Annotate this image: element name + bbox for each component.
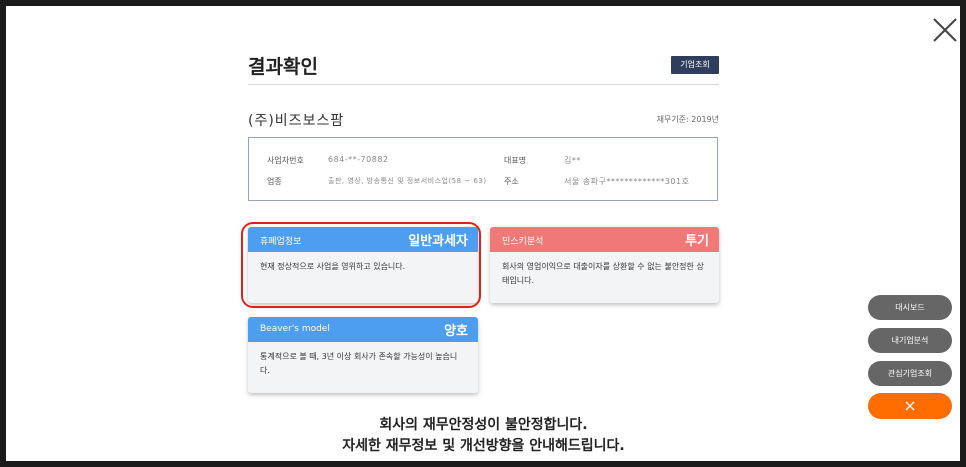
company-lookup-button[interactable]: 기업조회 [671, 56, 719, 74]
card-text: 통계적으로 볼 때, 3년 이상 회사가 존속할 가능성이 높습니다. [260, 352, 458, 375]
interest-company-button[interactable]: 관심기업조회 [868, 361, 952, 386]
fiscal-basis: 재무기준: 2019년 [656, 115, 719, 124]
card-label: 민스키분석 [502, 237, 544, 247]
company-name: (주)비즈보스팜 [248, 113, 345, 129]
my-company-analysis-button[interactable]: 내기업분석 [868, 328, 952, 353]
divider [248, 84, 719, 85]
page-title: 결과확인 [248, 56, 318, 78]
card-label: Beaver's model [260, 324, 330, 334]
beaver-model-card: Beaver's model 양호 통계적으로 볼 때, 3년 이상 회사가 존… [248, 317, 478, 393]
card-header: 민스키분석 투기 [490, 227, 719, 252]
company-info-box: 사업자번호 684-**-70882 업종 출판, 영상, 방송통신 및 정보서… [248, 137, 718, 201]
highlight-outline [241, 222, 481, 308]
summary-message: 회사의 재무안정성이 불안정합니다. 자세한 재무정보 및 개선방향을 안내해드… [248, 415, 719, 457]
result-modal: 결과확인 기업조회 (주)비즈보스팜 재무기준: 2019년 사업자번호 684… [6, 6, 960, 461]
card-status: 투기 [685, 234, 709, 249]
address-label: 주소 [504, 177, 519, 186]
summary-line-2: 자세한 재무정보 및 개선방향을 안내해드립니다. [342, 438, 625, 454]
summary-line-1: 회사의 재무안정성이 불안정합니다. [379, 417, 588, 433]
side-menu-close-button[interactable] [868, 393, 952, 419]
card-header: Beaver's model 양호 [248, 317, 478, 342]
address-value: 서울 송파구*************301호 [564, 177, 690, 186]
card-text: 회사의 영업이익으로 대출이자를 상환할 수 없는 불안정한 상태입니다. [502, 262, 704, 285]
card-status: 양호 [444, 324, 468, 339]
ceo-label: 대표명 [504, 156, 527, 165]
dashboard-button[interactable]: 대시보드 [868, 295, 952, 320]
industry-value: 출판, 영상, 방송통신 및 정보서비스업(58 ~ 63) [328, 177, 487, 185]
minsky-analysis-card: 민스키분석 투기 회사의 영업이익으로 대출이자를 상환할 수 없는 불안정한 … [490, 227, 719, 303]
ceo-value: 김** [564, 156, 581, 165]
biz-no-value: 684-**-70882 [328, 155, 389, 164]
industry-label: 업종 [267, 177, 282, 186]
biz-no-label: 사업자번호 [267, 156, 304, 165]
close-icon [905, 401, 915, 411]
close-icon[interactable] [930, 15, 960, 45]
